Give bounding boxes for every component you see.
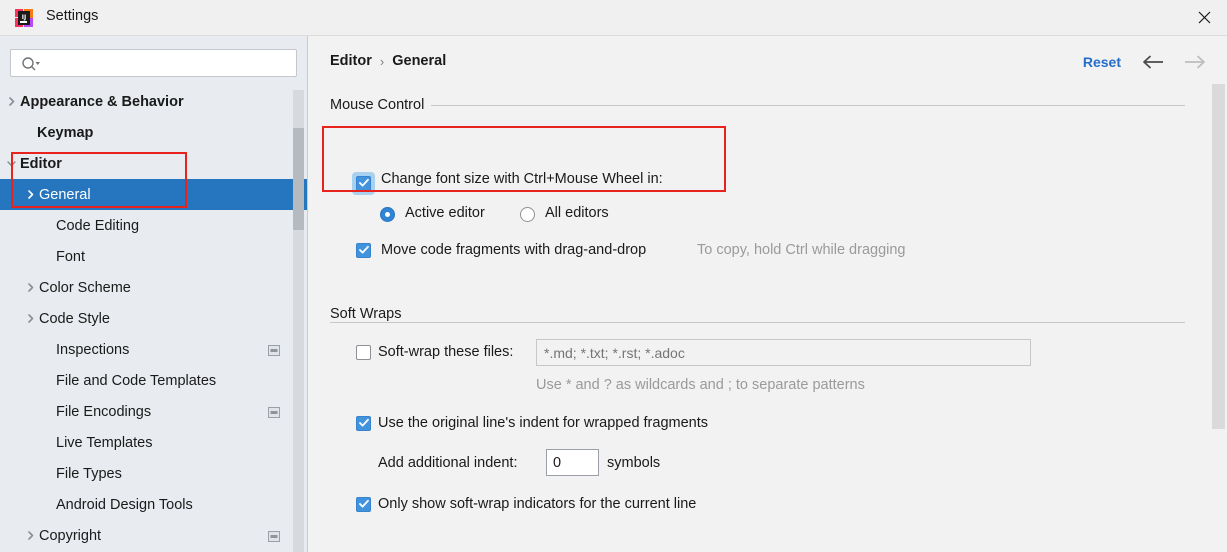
- sidebar-item-general[interactable]: General: [0, 179, 307, 210]
- original-indent-checkbox[interactable]: [356, 416, 371, 431]
- project-scope-icon: [268, 530, 280, 542]
- settings-sidebar: Appearance & Behavior Keymap Editor General…: [0, 36, 308, 552]
- radio-active-editor[interactable]: [380, 207, 395, 222]
- chevron-right-icon[interactable]: [23, 529, 37, 543]
- reset-link[interactable]: Reset: [1083, 54, 1121, 70]
- svg-text:IJ: IJ: [22, 14, 26, 21]
- soft-wrap-files-input-wrapper: [536, 339, 1031, 366]
- settings-tree: Appearance & Behavior Keymap Editor General…: [0, 86, 307, 552]
- additional-indent-input[interactable]: [547, 450, 598, 475]
- arrow-right-icon: [1182, 54, 1208, 75]
- sidebar-item-label: File and Code Templates: [56, 372, 217, 389]
- sidebar-item-label: Copyright: [39, 527, 102, 544]
- sidebar-item-inspections[interactable]: Inspections: [0, 334, 307, 365]
- sidebar-item-label: Font: [56, 248, 86, 265]
- title-bar: IJ Settings: [0, 0, 1227, 36]
- mouse-control-title: Mouse Control: [330, 97, 432, 113]
- original-indent-label[interactable]: Use the original line's indent for wrapp…: [378, 415, 708, 431]
- sidebar-item-keymap[interactable]: Keymap: [0, 117, 307, 148]
- soft-wraps-divider: [330, 322, 1185, 323]
- search-box[interactable]: [10, 49, 297, 77]
- change-font-size-checkbox[interactable]: [356, 176, 371, 191]
- sidebar-item-code-style[interactable]: Code Style: [0, 303, 307, 334]
- move-code-fragments-label[interactable]: Move code fragments with drag-and-drop: [381, 242, 646, 258]
- intellij-idea-icon: IJ: [14, 8, 34, 28]
- sidebar-item-appearance-behavior[interactable]: Appearance & Behavior: [0, 86, 307, 117]
- soft-wrap-files-checkbox[interactable]: [356, 345, 371, 360]
- breadcrumb: Editor › General: [330, 53, 446, 69]
- sidebar-item-live-templates[interactable]: Live Templates: [0, 427, 307, 458]
- sidebar-item-label: Live Templates: [56, 434, 153, 451]
- only-current-line-label[interactable]: Only show soft-wrap indicators for the c…: [378, 496, 696, 512]
- project-scope-icon: [268, 344, 280, 356]
- chevron-right-icon[interactable]: [23, 281, 37, 295]
- sidebar-scrollbar-thumb[interactable]: [293, 128, 304, 230]
- settings-content-panel: Editor › General Reset Mouse Control Cha…: [308, 36, 1227, 552]
- sidebar-item-label: General: [39, 186, 91, 203]
- close-button[interactable]: [1181, 0, 1227, 35]
- search-icon[interactable]: [21, 56, 41, 72]
- sidebar-item-label: Keymap: [37, 124, 94, 141]
- radio-active-editor-label[interactable]: Active editor: [405, 205, 485, 221]
- sidebar-item-label: Color Scheme: [39, 279, 131, 296]
- sidebar-item-file-encodings[interactable]: File Encodings: [0, 396, 307, 427]
- sidebar-item-label: Editor: [20, 155, 62, 172]
- sidebar-item-label: Appearance & Behavior: [20, 93, 184, 110]
- breadcrumb-separator: ›: [379, 53, 385, 69]
- sidebar-item-label: Android Design Tools: [56, 496, 193, 513]
- chevron-down-icon[interactable]: [4, 157, 18, 171]
- additional-indent-input-wrapper: [546, 449, 599, 476]
- window-title: Settings: [46, 8, 99, 24]
- wildcards-hint: Use * and ? as wildcards and ; to separa…: [536, 377, 865, 393]
- sidebar-item-label: Code Editing: [56, 217, 140, 234]
- sidebar-item-font[interactable]: Font: [0, 241, 307, 272]
- only-current-line-checkbox[interactable]: [356, 497, 371, 512]
- sidebar-item-android-design-tools[interactable]: Android Design Tools: [0, 489, 307, 520]
- settings-dialog: IJ Settings Appearance & Behavior Keymap…: [0, 0, 1227, 552]
- sidebar-item-label: File Encodings: [56, 403, 152, 420]
- change-font-size-label[interactable]: Change font size with Ctrl+Mouse Wheel i…: [381, 171, 663, 187]
- additional-indent-label: Add additional indent:: [378, 455, 518, 471]
- soft-wrap-files-input[interactable]: [537, 340, 1030, 365]
- content-scrollbar-thumb[interactable]: [1212, 84, 1225, 429]
- sidebar-item-file-and-code-templates[interactable]: File and Code Templates: [0, 365, 307, 396]
- sidebar-item-code-editing[interactable]: Code Editing: [0, 210, 307, 241]
- mouse-control-divider: [330, 105, 1185, 106]
- arrow-left-icon[interactable]: [1141, 54, 1167, 75]
- radio-all-editors[interactable]: [520, 207, 535, 222]
- sidebar-item-editor[interactable]: Editor: [0, 148, 307, 179]
- move-code-fragments-checkbox[interactable]: [356, 243, 371, 258]
- sidebar-item-copyright[interactable]: Copyright: [0, 520, 307, 551]
- move-code-fragments-hint: To copy, hold Ctrl while dragging: [697, 242, 906, 258]
- chevron-right-icon[interactable]: [23, 312, 37, 326]
- project-scope-icon: [268, 406, 280, 418]
- soft-wrap-files-label[interactable]: Soft-wrap these files:: [378, 344, 513, 360]
- breadcrumb-leaf: General: [392, 53, 447, 69]
- sidebar-item-label: File Types: [56, 465, 122, 482]
- sidebar-item-color-scheme[interactable]: Color Scheme: [0, 272, 307, 303]
- sidebar-item-file-types[interactable]: File Types: [0, 458, 307, 489]
- soft-wraps-title: Soft Wraps: [330, 306, 409, 322]
- chevron-right-icon[interactable]: [23, 188, 37, 202]
- sidebar-item-label: Inspections: [56, 341, 130, 358]
- radio-all-editors-label[interactable]: All editors: [545, 205, 609, 221]
- additional-indent-suffix: symbols: [607, 455, 661, 471]
- search-field-wrapper: [10, 49, 297, 77]
- sidebar-item-label: Code Style: [39, 310, 110, 327]
- breadcrumb-root[interactable]: Editor: [330, 53, 372, 69]
- chevron-right-icon[interactable]: [4, 95, 18, 109]
- search-input[interactable]: [47, 50, 290, 76]
